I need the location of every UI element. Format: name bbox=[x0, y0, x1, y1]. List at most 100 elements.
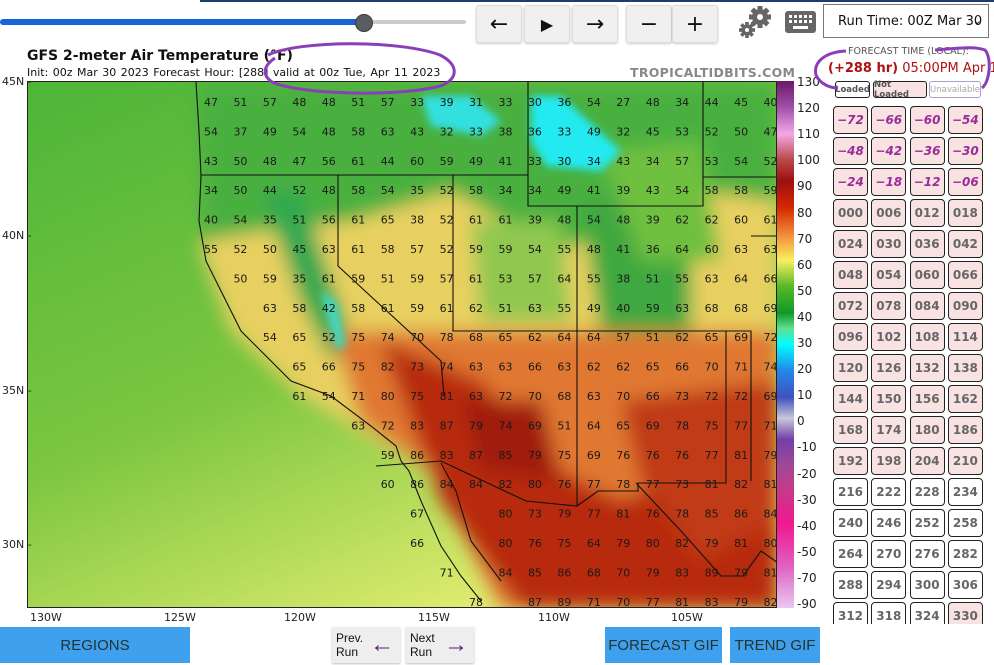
temperature-map[interactable]: 47 51 57 48 48 51 57 33 39 31 33 30 36 54 27 48 34 44 45 40… bbox=[27, 81, 777, 608]
forecast-hour-button[interactable]: −42 bbox=[871, 137, 907, 165]
trend-gif-button[interactable]: TREND GIF bbox=[730, 627, 820, 663]
forecast-hour-button[interactable]: 120 bbox=[833, 354, 868, 382]
forecast-hour-button[interactable]: 018 bbox=[947, 199, 983, 227]
forecast-hour-button[interactable]: 084 bbox=[909, 292, 945, 320]
forecast-hour-button[interactable]: 312 bbox=[833, 602, 868, 624]
forecast-hour-button[interactable]: −24 bbox=[833, 168, 868, 196]
forecast-hour-button[interactable]: 186 bbox=[947, 416, 983, 444]
forecast-hour-button[interactable]: 138 bbox=[947, 354, 983, 382]
forecast-hour-button[interactable]: 000 bbox=[833, 199, 868, 227]
forecast-hour-button[interactable]: 204 bbox=[909, 447, 945, 475]
forecast-hour-button[interactable]: 168 bbox=[833, 416, 868, 444]
forecast-hour-button[interactable]: 060 bbox=[909, 261, 945, 289]
forecast-hour-button[interactable]: 210 bbox=[947, 447, 983, 475]
forecast-hour-button[interactable]: 294 bbox=[871, 571, 907, 599]
forecast-hour-button[interactable]: −72 bbox=[833, 106, 868, 134]
zoom-out-button[interactable]: − bbox=[626, 5, 672, 43]
station-value: 63 bbox=[263, 302, 277, 315]
forecast-hour-button[interactable]: 270 bbox=[871, 540, 907, 568]
forecast-hour-button[interactable]: 252 bbox=[909, 509, 945, 537]
forecast-hour-button[interactable]: 246 bbox=[871, 509, 907, 537]
forecast-hour-button[interactable]: 228 bbox=[909, 478, 945, 506]
forecast-hour-button[interactable]: 234 bbox=[947, 478, 983, 506]
forecast-hour-button[interactable]: 240 bbox=[833, 509, 868, 537]
station-value: 81 bbox=[764, 478, 777, 491]
forecast-hour-button[interactable]: 198 bbox=[871, 447, 907, 475]
forecast-hour-button[interactable]: 180 bbox=[909, 416, 945, 444]
forecast-hour-button[interactable]: −12 bbox=[909, 168, 945, 196]
forecast-hour-button[interactable]: 066 bbox=[947, 261, 983, 289]
forecast-hour-button[interactable]: −48 bbox=[833, 137, 868, 165]
previous-frame-button[interactable]: ← bbox=[476, 5, 522, 43]
forecast-hour-button[interactable]: −18 bbox=[871, 168, 907, 196]
forecast-hour-button[interactable]: 324 bbox=[909, 602, 945, 624]
station-value: 65 bbox=[646, 361, 660, 374]
forecast-hour-button[interactable]: 222 bbox=[871, 478, 907, 506]
run-time-select[interactable]: Run Time: 00Z Mar 30 ⌄ bbox=[823, 4, 989, 38]
forecast-hour-button[interactable]: 090 bbox=[947, 292, 983, 320]
station-value: 57 bbox=[528, 272, 542, 285]
station-value: 68 bbox=[734, 302, 748, 315]
forecast-hour-button[interactable]: 150 bbox=[871, 385, 907, 413]
forecast-hour-button[interactable]: 114 bbox=[947, 323, 983, 351]
forecast-hour-button[interactable]: −66 bbox=[871, 106, 907, 134]
forecast-hour-button[interactable]: 306 bbox=[947, 571, 983, 599]
forecast-hour-button[interactable]: 318 bbox=[871, 602, 907, 624]
forecast-hour-button[interactable]: 288 bbox=[833, 571, 868, 599]
arrow-right-icon: → bbox=[444, 631, 468, 658]
next-frame-button[interactable]: → bbox=[572, 5, 618, 43]
forecast-hour-button[interactable]: 096 bbox=[833, 323, 868, 351]
forecast-hour-button[interactable]: 276 bbox=[909, 540, 945, 568]
station-value: 79 bbox=[734, 566, 748, 579]
forecast-hour-button[interactable]: 012 bbox=[909, 199, 945, 227]
colorbar-tick-label: 0 bbox=[797, 414, 805, 429]
forecast-hour-button[interactable]: 006 bbox=[871, 199, 907, 227]
forecast-hour-button[interactable]: −36 bbox=[909, 137, 945, 165]
forecast-hour-button[interactable]: 258 bbox=[947, 509, 983, 537]
forecast-hour-button[interactable]: 108 bbox=[909, 323, 945, 351]
forecast-hour-button[interactable]: 192 bbox=[833, 447, 868, 475]
forecast-hour-button[interactable]: 156 bbox=[909, 385, 945, 413]
regions-button[interactable]: REGIONS bbox=[0, 627, 190, 663]
forecast-hour-button[interactable]: −30 bbox=[947, 137, 983, 165]
forecast-hour-button[interactable]: 042 bbox=[947, 230, 983, 258]
forecast-hour-button[interactable]: 024 bbox=[833, 230, 868, 258]
forecast-hour-button[interactable]: 144 bbox=[833, 385, 868, 413]
forecast-hour-button[interactable]: 036 bbox=[909, 230, 945, 258]
forecast-hour-button[interactable]: 162 bbox=[947, 385, 983, 413]
forecast-hour-button[interactable]: 174 bbox=[871, 416, 907, 444]
forecast-hour-button[interactable]: 330 bbox=[947, 602, 983, 624]
forecast-hour-button[interactable]: 072 bbox=[833, 292, 868, 320]
play-button[interactable]: ▶ bbox=[524, 5, 570, 43]
forecast-hour-button[interactable]: 216 bbox=[833, 478, 868, 506]
station-value: 48 bbox=[587, 243, 601, 256]
prev-run-button[interactable]: Prev. Run ← bbox=[332, 627, 400, 663]
slider-handle[interactable] bbox=[355, 14, 374, 32]
forecast-hour-button[interactable]: 048 bbox=[833, 261, 868, 289]
forecast-hour-button[interactable]: 300 bbox=[909, 571, 945, 599]
forecast-hour-button[interactable]: −06 bbox=[947, 168, 983, 196]
forecast-hour-button[interactable]: 264 bbox=[833, 540, 868, 568]
station-value: 77 bbox=[734, 419, 748, 432]
forecast-hour-button[interactable]: −54 bbox=[947, 106, 983, 134]
forecast-hour-button[interactable]: 282 bbox=[947, 540, 983, 568]
forecast-hour-button[interactable]: 054 bbox=[871, 261, 907, 289]
forecast-hour-button[interactable]: 132 bbox=[909, 354, 945, 382]
forecast-hour-button[interactable]: 030 bbox=[871, 230, 907, 258]
zoom-in-button[interactable]: + bbox=[672, 5, 718, 43]
keyboard-icon[interactable] bbox=[785, 11, 816, 33]
forecast-hour-button[interactable]: −60 bbox=[909, 106, 945, 134]
next-run-button[interactable]: Next Run → bbox=[406, 627, 474, 663]
forecast-hour-button[interactable]: 102 bbox=[871, 323, 907, 351]
station-value: 68 bbox=[557, 390, 571, 403]
forecast-gif-button[interactable]: FORECAST GIF bbox=[605, 627, 722, 663]
arrow-left-icon: ← bbox=[370, 631, 394, 658]
station-value: 81 bbox=[734, 449, 748, 462]
forecast-hour-slider[interactable] bbox=[0, 14, 466, 32]
forecast-hour-button[interactable]: 078 bbox=[871, 292, 907, 320]
gears-icon[interactable] bbox=[738, 5, 774, 39]
station-value: 70 bbox=[528, 390, 542, 403]
station-value: 62 bbox=[675, 214, 689, 227]
station-value: 61 bbox=[351, 214, 365, 227]
forecast-hour-button[interactable]: 126 bbox=[871, 354, 907, 382]
